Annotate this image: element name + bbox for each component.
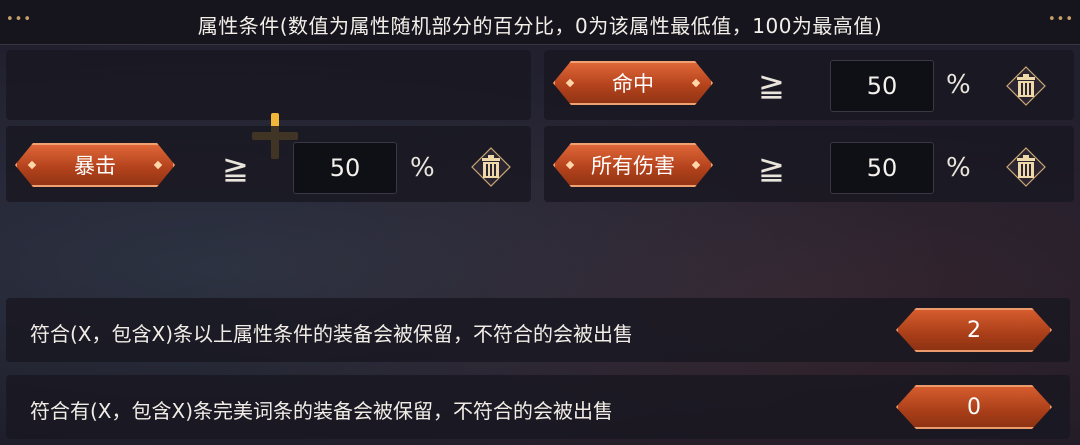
percent-label: %	[946, 70, 971, 100]
percent-label: %	[946, 153, 971, 183]
attribute-selector-hit[interactable]: 命中	[553, 61, 713, 105]
value-input-all-damage[interactable]: 50	[830, 142, 934, 194]
add-condition-slot[interactable]	[6, 50, 531, 159]
operator-label: ≧	[758, 66, 785, 104]
header-bar: ••• 属性条件(数值为属性随机部分的百分比，0为该属性最低值，100为最高值)…	[0, 0, 1080, 45]
value-input-hit[interactable]: 50	[830, 60, 934, 112]
value-input-crit[interactable]: 50	[293, 142, 397, 194]
operator-label: ≧	[222, 149, 249, 187]
perfect-count-selector[interactable]: 0	[896, 385, 1052, 429]
attribute-selector-crit[interactable]: 暴击	[15, 143, 175, 187]
rule-text-perfect-count: 符合有(X，包含X)条完美词条的装备会被保留，不符合的会被出售	[30, 399, 614, 423]
operator-label: ≧	[758, 149, 785, 187]
trash-icon[interactable]	[1006, 66, 1046, 106]
percent-label: %	[410, 153, 435, 183]
attribute-count-selector[interactable]: 2	[896, 308, 1052, 352]
page-title: 属性条件(数值为属性随机部分的百分比，0为该属性最低值，100为最高值)	[197, 14, 883, 38]
rule-text-attribute-count: 符合(X，包含X)条以上属性条件的装备会被保留，不符合的会被出售	[30, 322, 634, 346]
attribute-selector-all-damage[interactable]: 所有伤害	[553, 143, 713, 187]
header-right-ornament: •••	[1047, 12, 1074, 27]
trash-icon[interactable]	[471, 147, 511, 187]
trash-icon[interactable]	[1006, 147, 1046, 187]
